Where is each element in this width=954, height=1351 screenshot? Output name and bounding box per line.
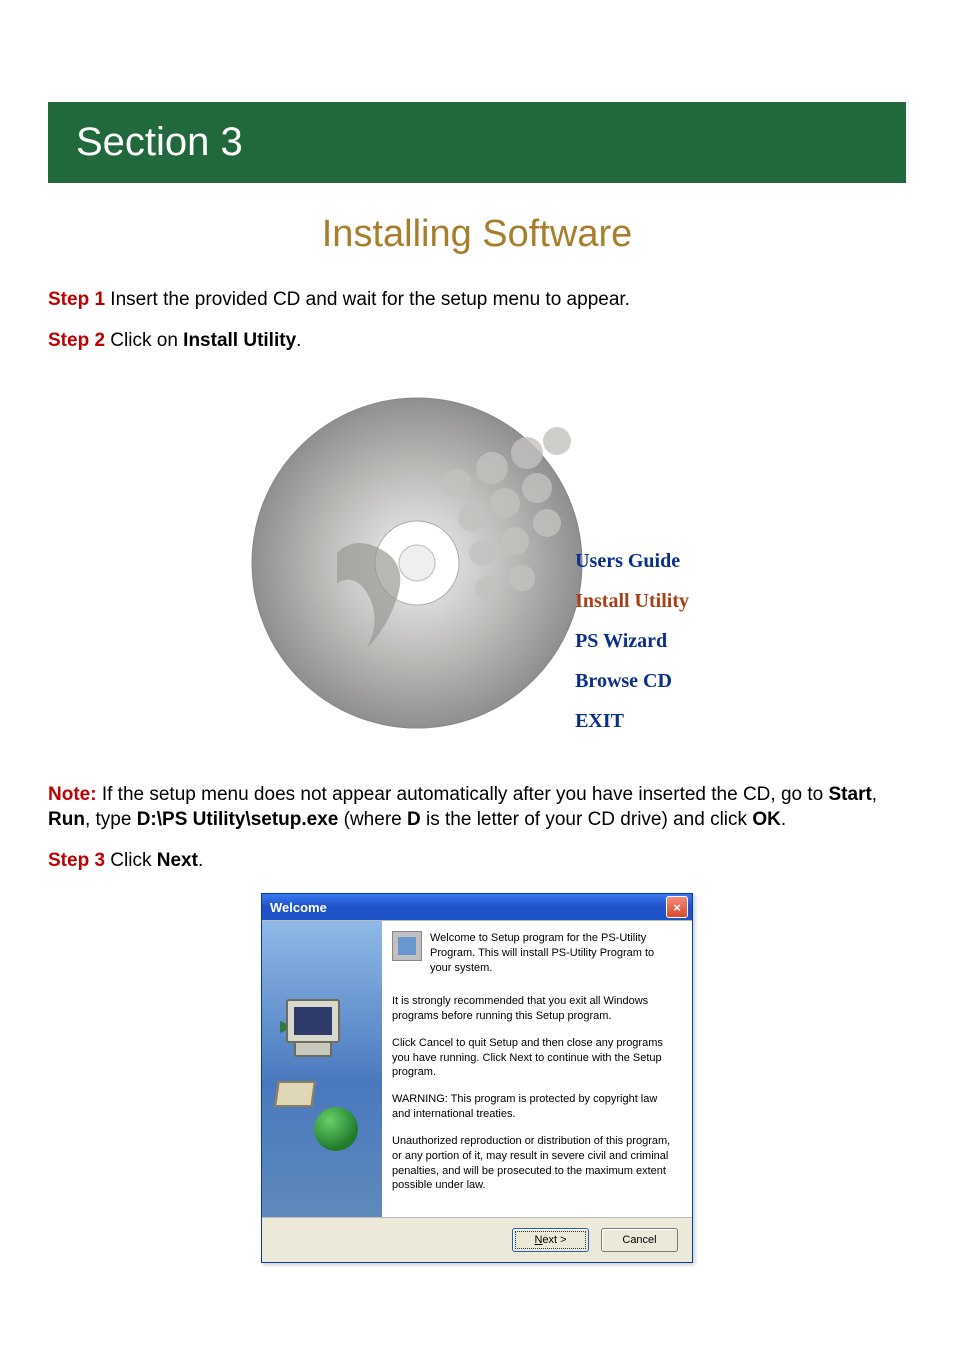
note-b1: Start: [829, 784, 872, 805]
dialog-body: Welcome to Setup program for the PS-Util…: [262, 920, 692, 1217]
close-icon: ×: [673, 901, 681, 914]
next-mnemonic: N: [534, 1234, 542, 1246]
titlebar: Welcome ×: [262, 894, 692, 920]
note-b2: Run: [48, 809, 85, 830]
setup-icon: [392, 931, 422, 961]
step-1-text: Insert the provided CD and wait for the …: [105, 289, 630, 310]
note-text-d: is the letter of your CD drive) and clic…: [421, 809, 753, 830]
section-banner: Section 3: [48, 102, 906, 183]
dialog-p2: Click Cancel to quit Setup and then clos…: [392, 1036, 678, 1081]
cancel-button[interactable]: Cancel: [601, 1228, 678, 1252]
dialog-p4: Unauthorized reproduction or distributio…: [392, 1134, 678, 1193]
welcome-dialog-wrap: Welcome × Welcome to Setup program for t: [48, 893, 906, 1263]
step-2-text-a: Click on: [105, 330, 183, 351]
step-3-label: Step 3: [48, 850, 105, 871]
document-page: Section 3 Installing Software Step 1 Ins…: [0, 102, 954, 1303]
note-b4: D: [407, 809, 421, 830]
cd-disc-icon: [247, 393, 587, 733]
dialog-p3: WARNING: This program is protected by co…: [392, 1092, 678, 1122]
menu-install-utility[interactable]: Install Utility: [575, 583, 689, 619]
note-text-b: , type: [85, 809, 137, 830]
step-3-bold: Next: [157, 850, 198, 871]
step-3-text-b: .: [198, 850, 203, 871]
note: Note: If the setup menu does not appear …: [48, 783, 906, 832]
menu-users-guide[interactable]: Users Guide: [575, 543, 689, 579]
step-2-text-b: .: [296, 330, 301, 351]
note-sep1: ,: [872, 784, 877, 805]
step-2: Step 2 Click on Install Utility.: [48, 329, 906, 354]
menu-browse-cd[interactable]: Browse CD: [575, 663, 689, 699]
autorun-screenshot: Users Guide Install Utility PS Wizard Br…: [48, 383, 906, 743]
welcome-dialog: Welcome × Welcome to Setup program for t: [261, 893, 693, 1263]
step-1-label: Step 1: [48, 289, 105, 310]
titlebar-text: Welcome: [270, 900, 327, 915]
note-b5: OK: [752, 809, 781, 830]
dialog-intro: Welcome to Setup program for the PS-Util…: [430, 931, 678, 976]
dialog-illustration: [262, 921, 382, 1217]
step-1: Step 1 Insert the provided CD and wait f…: [48, 288, 906, 313]
page-title: Installing Software: [48, 213, 906, 256]
next-button[interactable]: Next >: [512, 1228, 589, 1252]
dialog-footer: Next > Cancel: [262, 1217, 692, 1262]
menu-ps-wizard[interactable]: PS Wizard: [575, 623, 689, 659]
autorun-menu: Users Guide Install Utility PS Wizard Br…: [575, 543, 689, 739]
dialog-p1: It is strongly recommended that you exit…: [392, 994, 678, 1024]
dialog-content: Welcome to Setup program for the PS-Util…: [382, 921, 692, 1217]
note-text-c: (where: [338, 809, 407, 830]
note-b3: D:\PS Utility\setup.exe: [137, 809, 339, 830]
next-rest: ext >: [542, 1234, 566, 1246]
step-2-label: Step 2: [48, 330, 105, 351]
menu-exit[interactable]: EXIT: [575, 703, 689, 739]
step-3-text-a: Click: [105, 850, 157, 871]
note-text-e: .: [781, 809, 786, 830]
note-text-a: If the setup menu does not appear automa…: [97, 784, 829, 805]
step-3: Step 3 Click Next.: [48, 849, 906, 874]
note-label: Note:: [48, 784, 97, 805]
close-button[interactable]: ×: [666, 896, 688, 918]
step-2-bold: Install Utility: [183, 330, 296, 351]
